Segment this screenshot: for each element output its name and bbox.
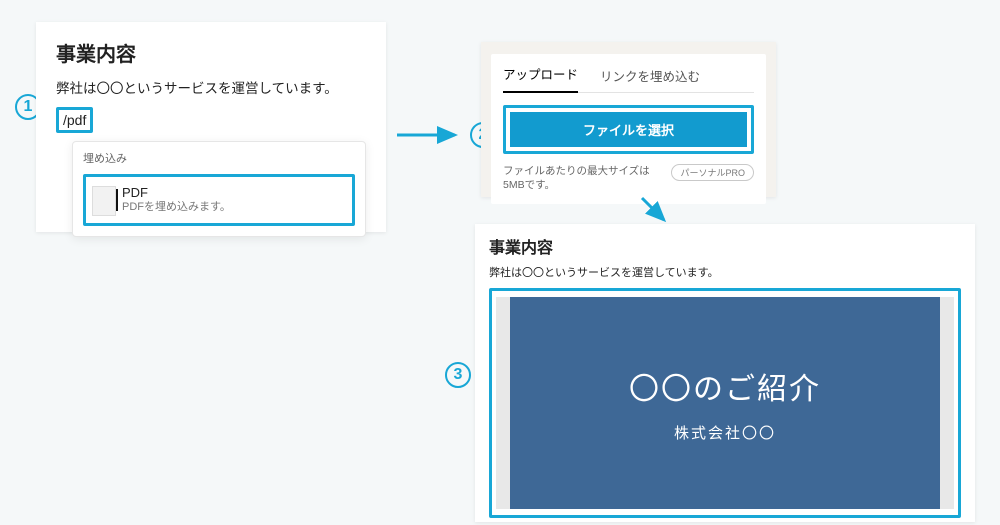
max-size-line2: 5MBです。 — [503, 179, 555, 191]
slash-command-menu: 埋め込み PDF PDF PDFを埋め込みます。 — [72, 141, 366, 237]
step-number: 1 — [24, 98, 33, 116]
result-panel: 事業内容 弊社は〇〇というサービスを運営しています。 〇〇のご紹介 株式会社〇〇 — [475, 224, 975, 522]
menu-option-texts: PDF PDFを埋め込みます。 — [122, 185, 231, 215]
menu-option-subtitle: PDFを埋め込みます。 — [122, 201, 231, 215]
result-page-title: 事業内容 — [489, 234, 961, 258]
editor-panel: 事業内容 弊社は〇〇というサービスを運営しています。 /pdf 埋め込み PDF… — [36, 22, 386, 232]
slide-subtitle: 株式会社〇〇 — [674, 422, 776, 443]
page-description: 弊社は〇〇というサービスを運営しています。 — [56, 77, 366, 97]
menu-section-label: 埋め込み — [83, 150, 355, 166]
arrow-1-to-2 — [395, 115, 470, 155]
viewer-next-edge[interactable] — [940, 297, 954, 509]
upload-card: アップロード リンクを埋め込む ファイルを選択 ファイルあたりの最大サイズは 5… — [491, 54, 766, 204]
viewer-prev-edge[interactable] — [496, 297, 510, 509]
embedded-pdf-viewer[interactable]: 〇〇のご紹介 株式会社〇〇 — [489, 288, 961, 518]
pdf-slide: 〇〇のご紹介 株式会社〇〇 — [510, 297, 940, 509]
max-file-size-text: ファイルあたりの最大サイズは 5MBです。 — [503, 164, 650, 192]
step-number: 3 — [454, 366, 463, 384]
pdf-file-icon: PDF — [92, 189, 122, 211]
pdf-badge-icon: PDF — [96, 189, 118, 211]
select-file-highlight: ファイルを選択 — [503, 105, 754, 154]
tab-embed-link[interactable]: リンクを埋め込む — [600, 66, 700, 93]
page-title: 事業内容 — [56, 38, 366, 67]
upload-dialog-panel: アップロード リンクを埋め込む ファイルを選択 ファイルあたりの最大サイズは 5… — [481, 42, 776, 197]
slash-command-input[interactable]: /pdf — [56, 107, 93, 133]
select-file-button[interactable]: ファイルを選択 — [510, 112, 747, 147]
slide-title: 〇〇のご紹介 — [629, 364, 821, 408]
menu-option-pdf[interactable]: PDF PDF PDFを埋め込みます。 — [83, 174, 355, 226]
step-badge-3: 3 — [445, 362, 471, 388]
upload-tabs: アップロード リンクを埋め込む — [503, 54, 754, 93]
tab-upload[interactable]: アップロード — [503, 64, 578, 93]
result-page-description: 弊社は〇〇というサービスを運営しています。 — [489, 264, 961, 280]
menu-option-title: PDF — [122, 185, 231, 201]
plan-badge: パーソナルPRO — [671, 164, 754, 181]
max-size-line1: ファイルあたりの最大サイズは — [503, 165, 650, 177]
